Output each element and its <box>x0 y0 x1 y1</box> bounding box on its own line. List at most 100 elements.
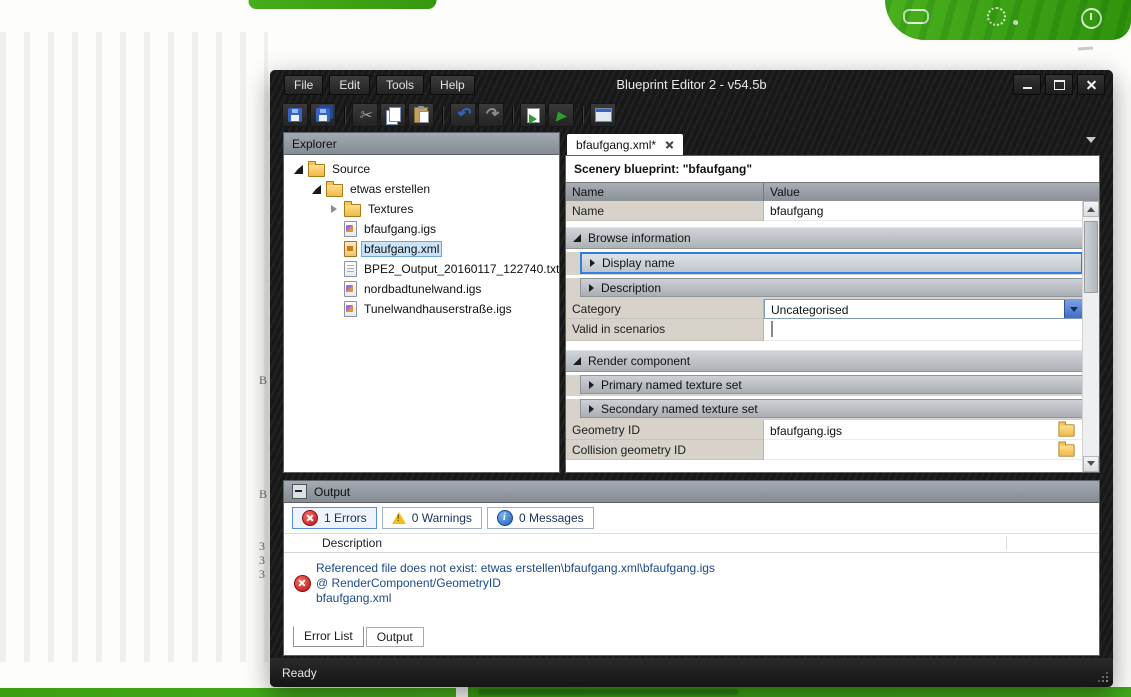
property-row-display-name[interactable]: Display name <box>566 252 1083 275</box>
section-expanded-icon <box>573 357 581 365</box>
row-collapsed-icon[interactable] <box>589 284 594 292</box>
menu-edit[interactable]: Edit <box>329 75 370 95</box>
row-collapsed-icon[interactable] <box>589 405 594 413</box>
expander-icon[interactable] <box>292 163 304 175</box>
output-body: 1 Errors 0 Warnings 0 Messages Descripti… <box>283 502 1100 656</box>
output-header-label: Output <box>314 485 350 499</box>
save-all-icon <box>316 108 330 122</box>
property-grid-rows: Name bfaufgang Browse information Displa… <box>566 201 1083 472</box>
browse-folder-icon[interactable] <box>1058 444 1074 456</box>
column-divider <box>1006 536 1007 550</box>
name-value-field[interactable]: bfaufgang <box>764 201 1083 221</box>
errors-filter-button[interactable]: 1 Errors <box>292 507 377 529</box>
tree-item-bfaufgang-igs[interactable]: bfaufgang.igs <box>284 219 559 239</box>
doodle-gear-icon <box>987 7 1006 26</box>
preview-button[interactable] <box>590 103 616 127</box>
close-tab-icon[interactable] <box>665 140 674 149</box>
valid-in-scenarios-checkbox[interactable] <box>771 321 773 337</box>
undo-button[interactable]: ↶ <box>450 103 476 127</box>
row-collapsed-icon[interactable] <box>590 259 595 267</box>
property-row-primary-texture-set[interactable]: Primary named texture set <box>566 375 1083 396</box>
tab-error-list[interactable]: Error List <box>293 626 364 647</box>
property-label: Name <box>566 201 764 221</box>
menu-tools[interactable]: Tools <box>376 75 424 95</box>
blueprint-title: Scenery blueprint: "bfaufgang" <box>566 156 1099 182</box>
run-button[interactable]: ▶ <box>548 103 574 127</box>
property-row-description[interactable]: Description <box>566 278 1083 299</box>
paint-smudge <box>1078 46 1093 50</box>
messages-filter-button[interactable]: 0 Messages <box>487 507 594 529</box>
background-glyph: 3 <box>259 554 265 566</box>
property-label: Display name <box>602 256 675 270</box>
arrow-up-icon <box>1087 203 1095 212</box>
resize-grip[interactable] <box>1096 670 1108 682</box>
tree-item-bpe2-output-txt[interactable]: BPE2_Output_20160117_122740.txt <box>284 259 559 279</box>
tab-bfaufgang-xml[interactable]: bfaufgang.xml* <box>567 134 683 155</box>
description-column-header: Description <box>284 534 1099 553</box>
tree-item-etwas-erstellen[interactable]: etwas erstellen <box>284 179 559 199</box>
minimize-button[interactable] <box>1013 74 1041 95</box>
redo-button[interactable]: ↷ <box>478 103 504 127</box>
arrow-down-icon <box>1087 461 1095 470</box>
output-bottom-tabs: Error List Output <box>293 627 424 647</box>
expander-icon[interactable] <box>328 203 340 215</box>
folder-icon <box>326 184 343 197</box>
column-header-value: Value <box>764 183 1099 201</box>
row-collapsed-icon[interactable] <box>589 381 594 389</box>
column-header-name: Name <box>566 183 764 201</box>
folder-icon <box>308 164 325 177</box>
property-grid-header: Name Value <box>566 182 1099 202</box>
doodle-clock-icon <box>1081 8 1102 29</box>
warnings-filter-button[interactable]: 0 Warnings <box>382 507 482 529</box>
property-row-secondary-texture-set[interactable]: Secondary named texture set <box>566 399 1083 420</box>
browse-folder-icon[interactable] <box>1058 424 1074 436</box>
tree-item-nordbadtunelwand-igs[interactable]: nordbadtunelwand.igs <box>284 279 559 299</box>
tree-item-textures[interactable]: Textures <box>284 199 559 219</box>
geometry-id-value[interactable]: bfaufgang.igs <box>770 422 1058 438</box>
section-browse-information[interactable]: Browse information <box>566 227 1083 249</box>
export-button[interactable] <box>520 103 546 127</box>
save-button[interactable] <box>282 103 308 127</box>
close-button[interactable] <box>1077 74 1105 95</box>
error-list-item[interactable]: Referenced file does not exist: etwas er… <box>284 553 1099 606</box>
blueprint-editor-window: File Edit Tools Help Blueprint Editor 2 … <box>270 70 1113 687</box>
paste-button[interactable] <box>408 103 434 127</box>
scroll-down-button[interactable] <box>1083 456 1099 472</box>
vertical-scrollbar[interactable] <box>1082 201 1099 472</box>
expander-icon[interactable] <box>310 183 322 195</box>
paint-stroke <box>885 0 1131 40</box>
maximize-button[interactable] <box>1045 74 1073 95</box>
warning-icon <box>392 512 406 524</box>
property-row-geometry-id: Geometry ID bfaufgang.igs <box>566 420 1083 440</box>
cut-button[interactable]: ✂ <box>352 103 378 127</box>
tree-item-source[interactable]: Source <box>284 159 559 179</box>
desktop: B B 3 3 3 File Edit Tools Help Blueprint… <box>0 0 1131 697</box>
save-all-button[interactable] <box>310 103 336 127</box>
toolbar-separator <box>582 106 584 124</box>
window-controls <box>1013 74 1105 95</box>
xml-file-icon <box>344 241 357 257</box>
titlebar[interactable]: File Edit Tools Help Blueprint Editor 2 … <box>270 70 1113 100</box>
section-render-component[interactable]: Render component <box>566 350 1083 372</box>
tree-item-tunelwandhauserstrasse-igs[interactable]: Tunelwandhauserstraße.igs <box>284 299 559 319</box>
error-message: Referenced file does not exist: etwas er… <box>316 561 715 606</box>
menubar: File Edit Tools Help <box>284 75 475 95</box>
redo-icon: ↷ <box>484 108 497 122</box>
collision-geometry-id-value[interactable] <box>770 449 1058 451</box>
property-row-collision-geometry-id: Collision geometry ID <box>566 440 1083 460</box>
scrollbar-thumb[interactable] <box>1084 221 1098 293</box>
property-label: Collision geometry ID <box>566 440 764 460</box>
copy-button[interactable] <box>380 103 406 127</box>
tree-item-bfaufgang-xml[interactable]: bfaufgang.xml <box>284 239 559 259</box>
tab-output[interactable]: Output <box>366 627 424 647</box>
scroll-up-button[interactable] <box>1083 201 1099 217</box>
paste-icon <box>414 107 428 123</box>
category-dropdown[interactable]: Uncategorised <box>764 299 1083 319</box>
tab-list-chevron-icon[interactable] <box>1086 137 1096 148</box>
category-selected-value: Uncategorised <box>765 300 1064 318</box>
menu-help[interactable]: Help <box>430 75 475 95</box>
collapse-output-button[interactable] <box>292 484 307 499</box>
tab-label: bfaufgang.xml* <box>576 138 656 152</box>
menu-file[interactable]: File <box>284 75 323 95</box>
dropdown-button[interactable] <box>1064 300 1082 318</box>
